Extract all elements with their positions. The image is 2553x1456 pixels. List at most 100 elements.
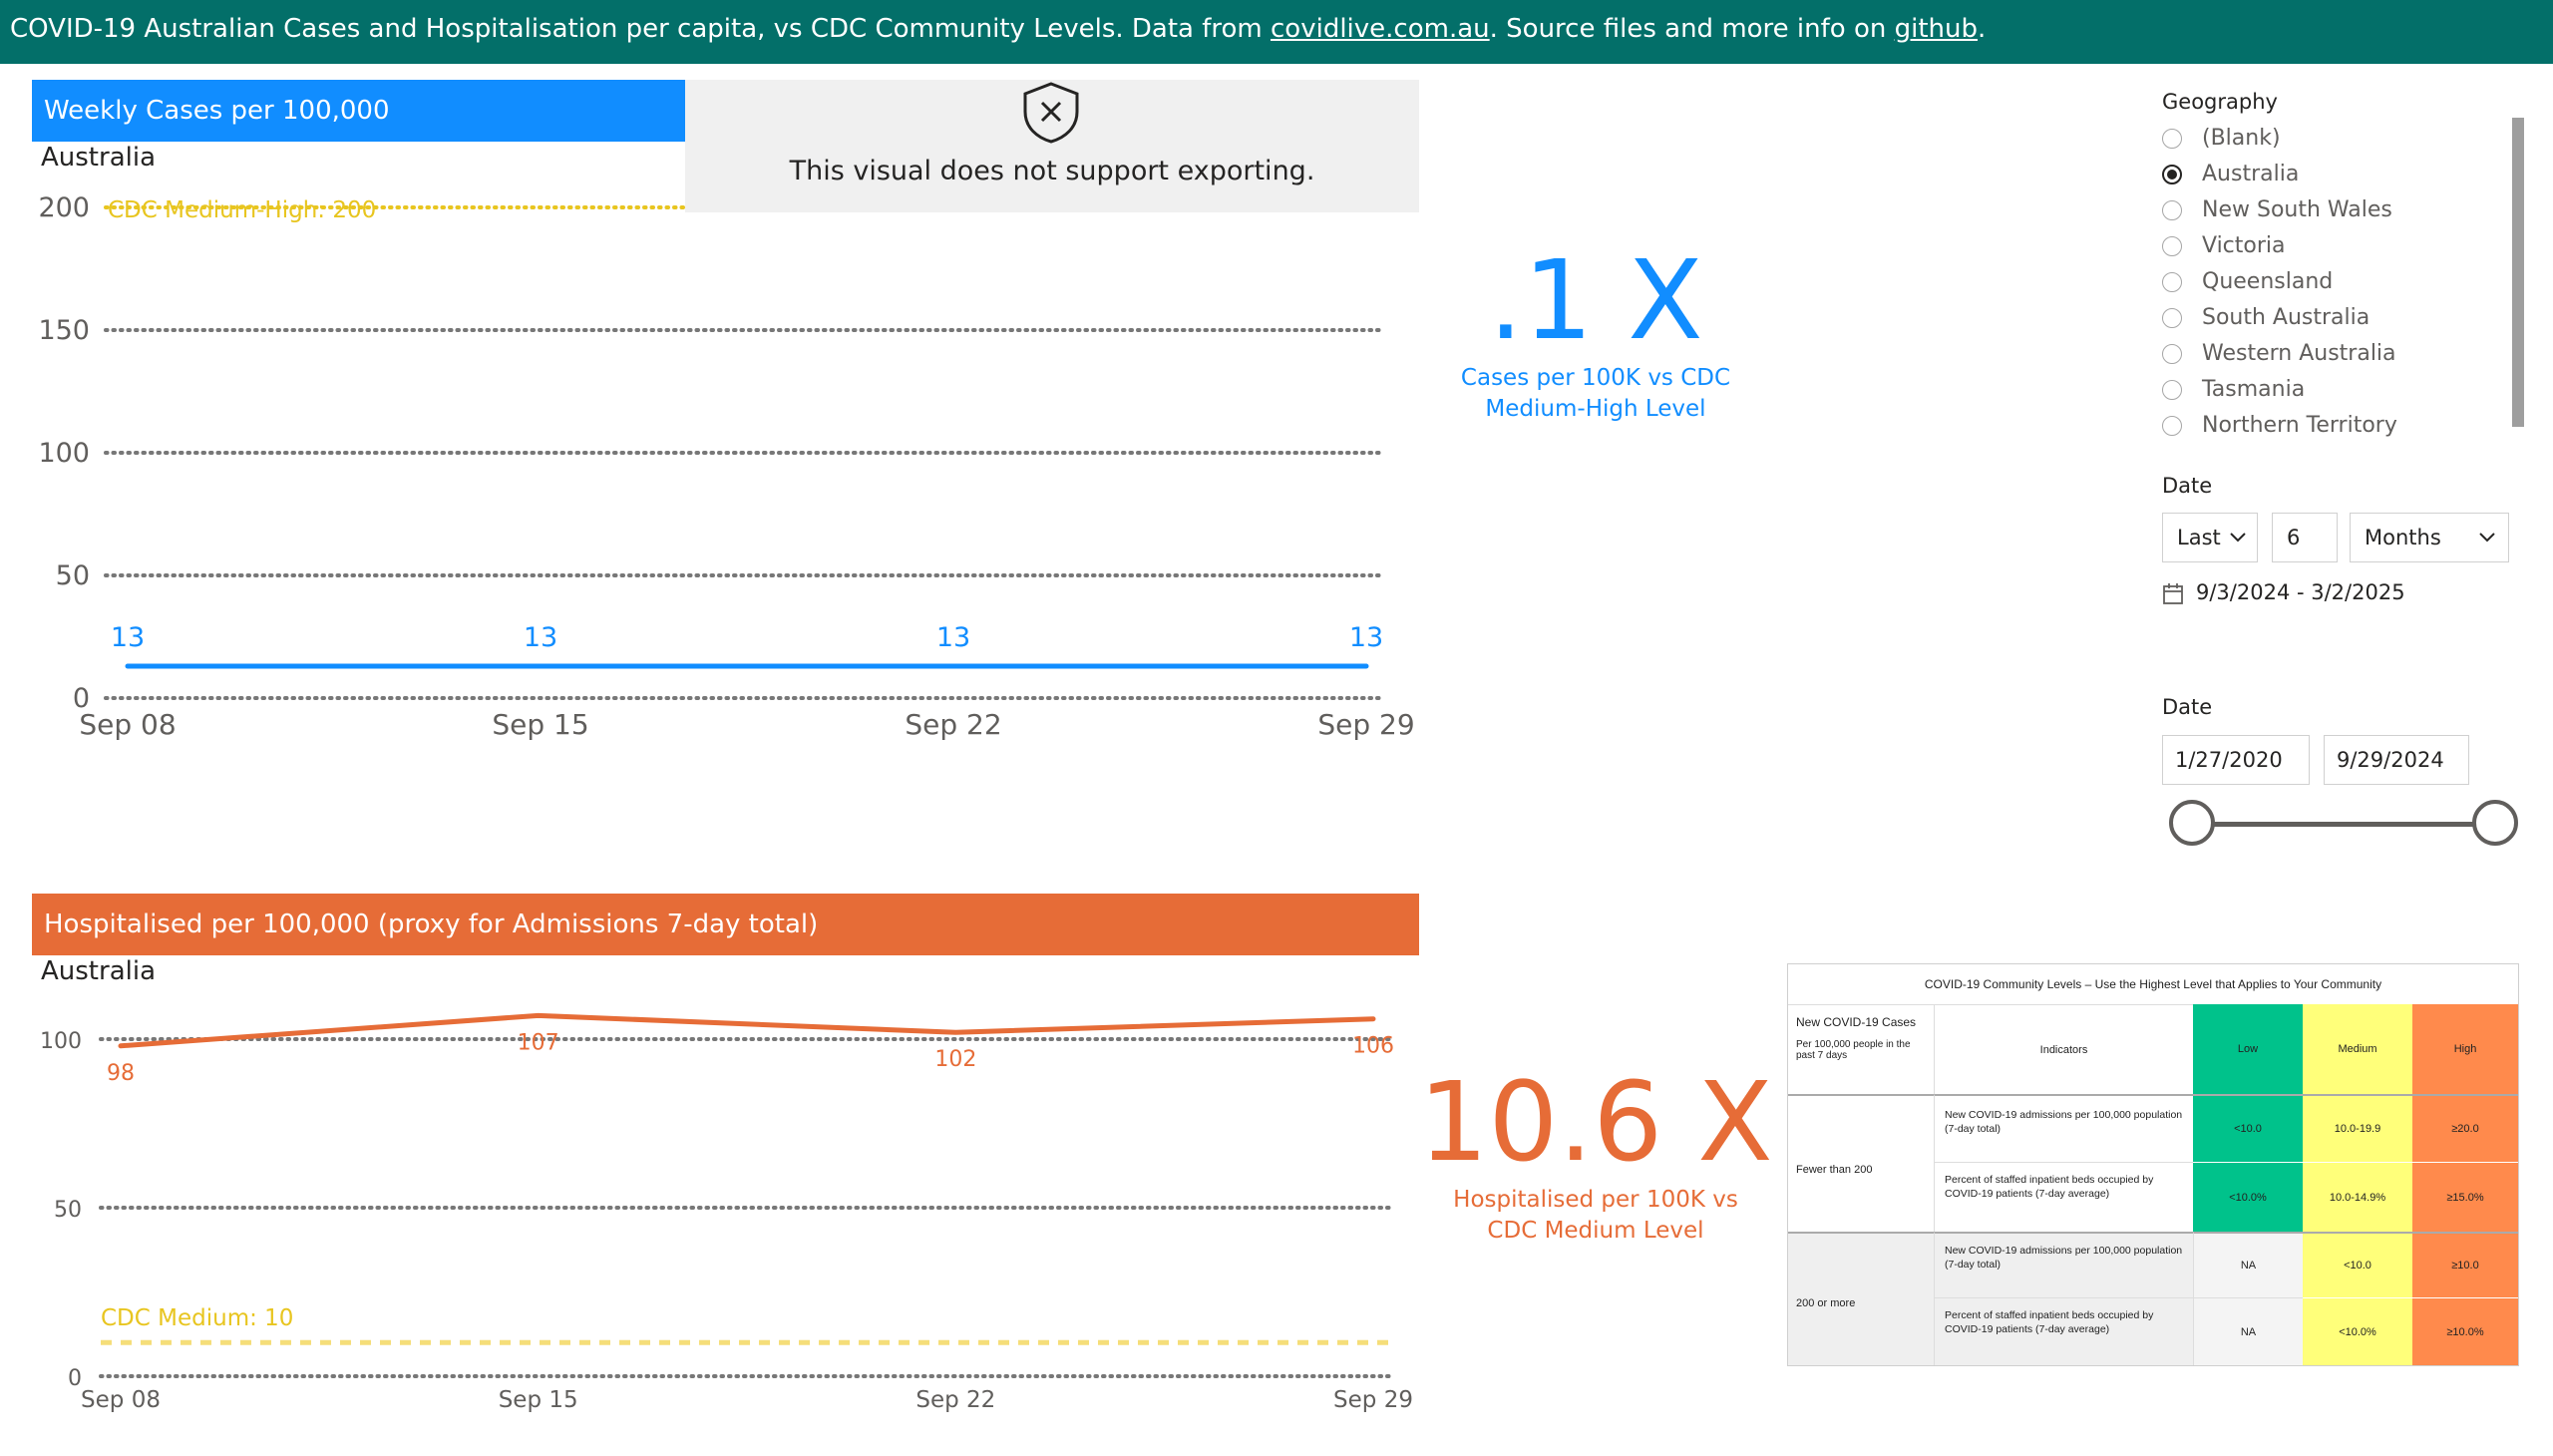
geography-option-label: Western Australia xyxy=(2202,341,2396,366)
x-tick-label: Sep 15 xyxy=(499,1387,578,1413)
cases-card-header: Weekly Cases per 100,000 xyxy=(32,80,685,142)
date-unit-dropdown[interactable]: Months xyxy=(2350,513,2509,562)
data-label: 106 xyxy=(1352,1034,1394,1059)
geography-option-label: Northern Territory xyxy=(2202,413,2397,438)
cdc-r3-medium: <10.0 xyxy=(2303,1232,2412,1297)
radio-button[interactable] xyxy=(2162,129,2182,149)
date-range-title: Date xyxy=(2162,695,2213,719)
cdc-r3-high: ≥10.0 xyxy=(2412,1232,2518,1297)
export-notice-text: This visual does not support exporting. xyxy=(789,156,1315,186)
x-tick-label: Sep 08 xyxy=(79,708,176,741)
kpi-cases-label-line1: Cases per 100K vs CDC xyxy=(1460,365,1731,391)
banner-text: COVID-19 Australian Cases and Hospitalis… xyxy=(10,14,1272,44)
cases-card-title: Weekly Cases per 100,000 xyxy=(44,96,390,126)
data-label: 13 xyxy=(936,622,970,653)
date-count-input[interactable]: 6 xyxy=(2272,513,2338,562)
geography-option-label: (Blank) xyxy=(2202,126,2281,151)
geography-option-label: Australia xyxy=(2202,162,2300,186)
cdc-group-fewer-200: Fewer than 200 xyxy=(1788,1094,1934,1232)
y-tick-label: 0 xyxy=(68,1366,82,1391)
radio-button[interactable] xyxy=(2162,344,2182,364)
kpi-hosp-label-line2: CDC Medium Level xyxy=(1487,1218,1704,1244)
geography-slicer-list[interactable]: (Blank) Australia New South Wales Victoria Q… xyxy=(2144,124,2483,453)
cdc-ind-beds-2: Percent of staffed inpatient beds occupi… xyxy=(1934,1297,2193,1365)
y-tick-label: 150 xyxy=(38,315,90,346)
date-mode-dropdown[interactable]: Last xyxy=(2162,513,2258,562)
y-tick-label: 100 xyxy=(38,438,90,469)
date-end-input[interactable]: 9/29/2024 xyxy=(2324,735,2469,785)
kpi-cases-label: Cases per 100K vs CDC Medium-High Level xyxy=(1396,363,1795,425)
data-label: 13 xyxy=(1349,622,1383,653)
cases-line-chart[interactable]: CDC Medium-High: 200 050100150200 Sep 08… xyxy=(0,180,1436,758)
x-tick-label: Sep 29 xyxy=(1317,708,1414,741)
radio-button[interactable] xyxy=(2162,308,2182,328)
date-start-input[interactable]: 1/27/2020 xyxy=(2162,735,2310,785)
x-tick-label: Sep 29 xyxy=(1333,1387,1413,1413)
chevron-down-icon xyxy=(2230,533,2246,543)
cdc-col-low: Low xyxy=(2193,1004,2303,1094)
cases-location-label: Australia xyxy=(41,143,157,173)
cdc-table-title: COVID-19 Community Levels – Use the High… xyxy=(1924,977,2382,991)
geography-option-label: Queensland xyxy=(2202,269,2334,294)
geography-slicer-scrollbar[interactable] xyxy=(2512,118,2524,427)
cdc-r2-medium: 10.0-14.9% xyxy=(2303,1162,2412,1232)
cdc-group-200-more: 200 or more xyxy=(1788,1232,1934,1365)
cdc-community-levels-table: COVID-19 Community Levels – Use the High… xyxy=(1787,963,2519,1366)
date-start-value: 1/27/2020 xyxy=(2175,748,2283,772)
cdc-r2-high: ≥15.0% xyxy=(2412,1162,2518,1232)
kpi-cases-label-line2: Medium-High Level xyxy=(1485,396,1706,422)
radio-button[interactable] xyxy=(2162,165,2182,184)
hosp-series-line[interactable] xyxy=(118,1012,1376,1049)
x-tick-label: Sep 08 xyxy=(81,1387,161,1413)
shield-x-icon xyxy=(1023,82,1079,144)
hosp-line-chart[interactable]: CDC Medium: 10 0 50 100 Sep 08 Sep 15 Sep 22… xyxy=(0,997,1436,1426)
date-slider-start-handle[interactable] xyxy=(2169,800,2215,846)
radio-button[interactable] xyxy=(2162,200,2182,220)
geography-option-label: South Australia xyxy=(2202,305,2371,330)
geography-option-label: New South Wales xyxy=(2202,197,2392,222)
date-range-text: 9/3/2024 - 3/2/2025 xyxy=(2196,580,2405,604)
radio-button[interactable] xyxy=(2162,272,2182,292)
date-slider-track[interactable] xyxy=(2194,822,2493,827)
cdc-ind-admissions-2: New COVID-19 admissions per 100,000 popu… xyxy=(1934,1232,2193,1297)
date-slider-end-handle[interactable] xyxy=(2472,800,2518,846)
radio-button[interactable] xyxy=(2162,380,2182,400)
y-tick-label: 200 xyxy=(38,192,90,223)
cdc-ind-admissions: New COVID-19 admissions per 100,000 popu… xyxy=(1934,1094,2193,1162)
covidlive-link[interactable]: covidlive.com.au xyxy=(1271,14,1490,44)
y-tick-label: 50 xyxy=(54,1198,82,1223)
cases-threshold-label: CDC Medium-High: 200 xyxy=(108,197,376,223)
cdc-r1-low: <10.0 xyxy=(2193,1094,2303,1162)
data-label: 98 xyxy=(107,1061,135,1086)
radio-button[interactable] xyxy=(2162,416,2182,436)
hosp-location-label: Australia xyxy=(41,956,157,986)
cdc-r4-high: ≥10.0% xyxy=(2412,1297,2518,1365)
cdc-r2-low: <10.0% xyxy=(2193,1162,2303,1232)
data-label: 13 xyxy=(111,622,145,653)
x-tick-label: Sep 22 xyxy=(905,708,1001,741)
hosp-card-header: Hospitalised per 100,000 (proxy for Admi… xyxy=(32,894,1419,955)
banner-text-mid: . Source files and more info on xyxy=(1489,14,1895,44)
cdc-col-cases-sub: Per 100,000 people in the past 7 days xyxy=(1796,1039,1911,1061)
hosp-threshold-label: CDC Medium: 10 xyxy=(101,1305,293,1331)
data-label: 13 xyxy=(524,622,557,653)
kpi-cases-value: .1 X xyxy=(1488,236,1703,364)
chevron-down-icon xyxy=(2479,533,2495,543)
kpi-hosp-label-line1: Hospitalised per 100K vs xyxy=(1453,1187,1738,1213)
github-link[interactable]: github xyxy=(1895,14,1978,44)
radio-button[interactable] xyxy=(2162,236,2182,256)
y-tick-label: 50 xyxy=(56,560,90,591)
date-end-value: 9/29/2024 xyxy=(2337,748,2444,772)
kpi-hosp-value: 10.6 X xyxy=(1418,1058,1773,1186)
geography-option-label: Victoria xyxy=(2202,233,2286,258)
geography-option-label: Tasmania xyxy=(2202,377,2306,402)
calendar-icon xyxy=(2163,583,2183,604)
date-relative-title: Date xyxy=(2162,474,2213,498)
kpi-hosp-label: Hospitalised per 100K vs CDC Medium Leve… xyxy=(1396,1185,1795,1247)
cdc-col-cases: New COVID-19 Cases Per 100,000 people in… xyxy=(1788,1004,1934,1094)
data-label: 102 xyxy=(934,1047,976,1072)
cdc-r1-high: ≥20.0 xyxy=(2412,1094,2518,1162)
y-tick-label: 100 xyxy=(40,1029,82,1054)
x-tick-label: Sep 22 xyxy=(915,1387,995,1413)
data-label: 107 xyxy=(518,1030,559,1055)
